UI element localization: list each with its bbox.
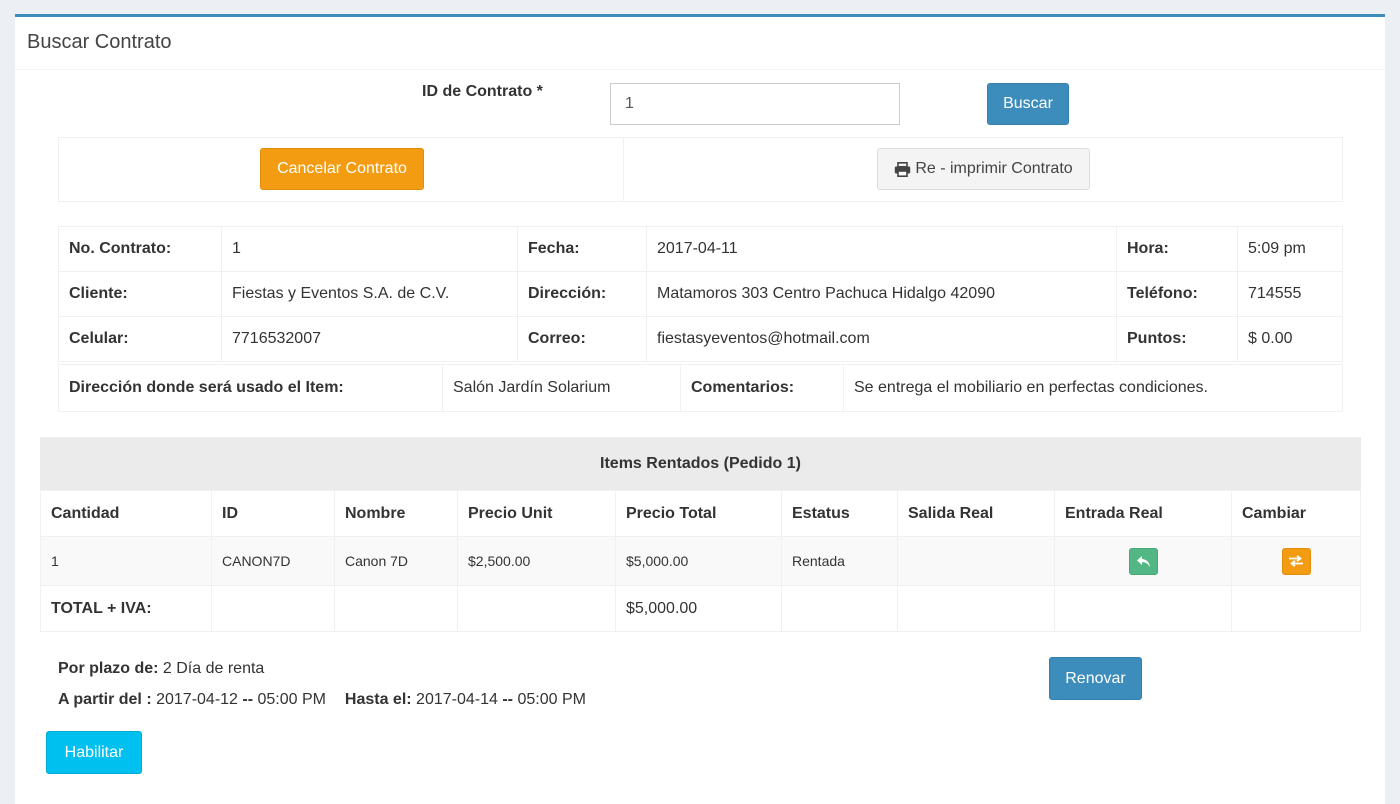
table-row: 1 CANON7D Canon 7D $2,500.00 $5,000.00 R… [40, 536, 1361, 586]
total-row: TOTAL + IVA: $5,000.00 [40, 585, 1361, 632]
rental-period: A partir del : 2017-04-12 -- 05:00 PM Ha… [58, 691, 586, 709]
info-row: Dirección donde será usado el Item: Saló… [58, 364, 1343, 412]
cell-nombre: Canon 7D [334, 536, 458, 586]
direccion-label: Dirección: [517, 271, 647, 317]
puntos-label: Puntos: [1116, 316, 1238, 362]
hasta-hora: 05:00 PM [517, 691, 586, 708]
fecha-label: Fecha: [517, 226, 647, 272]
reply-icon [1136, 555, 1150, 567]
contract-info-table: No. Contrato: 1 Fecha: 2017-04-11 Hora: … [58, 226, 1343, 362]
reprint-label: Re - imprimir Contrato [915, 160, 1073, 177]
comentarios-value: Se entrega el mobiliario en perfectas co… [843, 364, 1343, 412]
comentarios-label: Comentarios: [680, 364, 844, 412]
cell-precio-total: $5,000.00 [615, 536, 782, 586]
cancel-contract-button[interactable]: Cancelar Contrato [260, 148, 424, 190]
info-row: No. Contrato: 1 Fecha: 2017-04-11 Hora: … [58, 226, 1343, 272]
correo-label: Correo: [517, 316, 647, 362]
total-value: $5,000.00 [615, 585, 782, 632]
col-cambiar: Cambiar [1231, 490, 1361, 537]
col-nombre: Nombre [334, 490, 458, 537]
plazo-value: 2 Día de renta [162, 660, 265, 677]
plazo-label: Por plazo de: [58, 660, 159, 677]
cliente-value: Fiestas y Eventos S.A. de C.V. [221, 271, 518, 317]
habilitar-button[interactable]: Habilitar [46, 731, 142, 774]
empty-cell [211, 585, 335, 632]
empty-cell [781, 585, 898, 632]
empty-cell [334, 585, 458, 632]
hora-value: 5:09 pm [1237, 226, 1343, 272]
print-icon [895, 161, 911, 177]
col-precio-unit: Precio Unit [457, 490, 616, 537]
empty-cell [897, 585, 1055, 632]
col-cantidad: Cantidad [40, 490, 212, 537]
contract-id-label: ID de Contrato * [422, 83, 543, 100]
reprint-contract-button[interactable]: Re - imprimir Contrato [877, 148, 1090, 190]
telefono-value: 714555 [1237, 271, 1343, 317]
desde-hora: 05:00 PM [257, 691, 326, 708]
telefono-label: Teléfono: [1116, 271, 1238, 317]
no-contrato-label: No. Contrato: [58, 226, 222, 272]
col-estatus: Estatus [781, 490, 898, 537]
hasta-sep: -- [502, 691, 513, 708]
cancel-cell: Cancelar Contrato [59, 138, 624, 201]
info-row: Cliente: Fiestas y Eventos S.A. de C.V. … [58, 271, 1343, 317]
col-entrada-real: Entrada Real [1054, 490, 1232, 537]
desde-sep: -- [242, 691, 254, 708]
cell-precio-unit: $2,500.00 [457, 536, 616, 586]
puntos-value: $ 0.00 [1237, 316, 1343, 362]
search-button[interactable]: Buscar [987, 83, 1069, 125]
col-precio-total: Precio Total [615, 490, 782, 537]
items-header-row: Cantidad ID Nombre Precio Unit Precio To… [40, 490, 1361, 537]
empty-cell [1231, 585, 1361, 632]
info-row: Celular: 7716532007 Correo: fiestasyeven… [58, 316, 1343, 362]
cell-salida-real [897, 536, 1055, 586]
cliente-label: Cliente: [58, 271, 222, 317]
total-label: TOTAL + IVA: [40, 585, 212, 632]
desde-label: A partir del : [58, 691, 152, 708]
col-salida-real: Salida Real [897, 490, 1055, 537]
desde-fecha: 2017-04-12 [156, 691, 238, 708]
items-title: Items Rentados (Pedido 1) [40, 437, 1361, 490]
exchange-icon [1289, 555, 1303, 567]
direccion-value: Matamoros 303 Centro Pachuca Hidalgo 420… [646, 271, 1117, 317]
no-contrato-value: 1 [221, 226, 518, 272]
cell-cambiar [1231, 536, 1361, 586]
cell-entrada-real [1054, 536, 1232, 586]
dir-uso-value: Salón Jardín Solarium [442, 364, 681, 412]
reprint-cell: Re - imprimir Contrato [624, 138, 1342, 201]
rental-term: Por plazo de: 2 Día de renta [58, 660, 264, 678]
celular-value: 7716532007 [221, 316, 518, 362]
contract-usage-table: Dirección donde será usado el Item: Saló… [58, 364, 1343, 412]
hasta-fecha: 2017-04-14 [416, 691, 498, 708]
renovar-button[interactable]: Renovar [1049, 657, 1142, 700]
contract-actions: Cancelar Contrato Re - imprimir Contrato [58, 137, 1343, 202]
contract-id-input[interactable] [610, 83, 900, 125]
cambiar-button[interactable] [1281, 547, 1311, 575]
entrada-real-button[interactable] [1128, 547, 1158, 575]
dir-uso-label: Dirección donde será usado el Item: [58, 364, 443, 412]
search-contract-box: Buscar Contrato ID de Contrato * Buscar … [15, 14, 1385, 804]
fecha-value: 2017-04-11 [646, 226, 1117, 272]
items-table: Cantidad ID Nombre Precio Unit Precio To… [40, 490, 1361, 632]
cell-id: CANON7D [211, 536, 335, 586]
celular-label: Celular: [58, 316, 222, 362]
correo-value: fiestasyeventos@hotmail.com [646, 316, 1117, 362]
empty-cell [1054, 585, 1232, 632]
cell-estatus: Rentada [781, 536, 898, 586]
box-title: Buscar Contrato [15, 17, 1385, 70]
empty-cell [457, 585, 616, 632]
cell-cantidad: 1 [40, 536, 212, 586]
hora-label: Hora: [1116, 226, 1238, 272]
col-id: ID [211, 490, 335, 537]
hasta-label: Hasta el: [344, 691, 412, 708]
